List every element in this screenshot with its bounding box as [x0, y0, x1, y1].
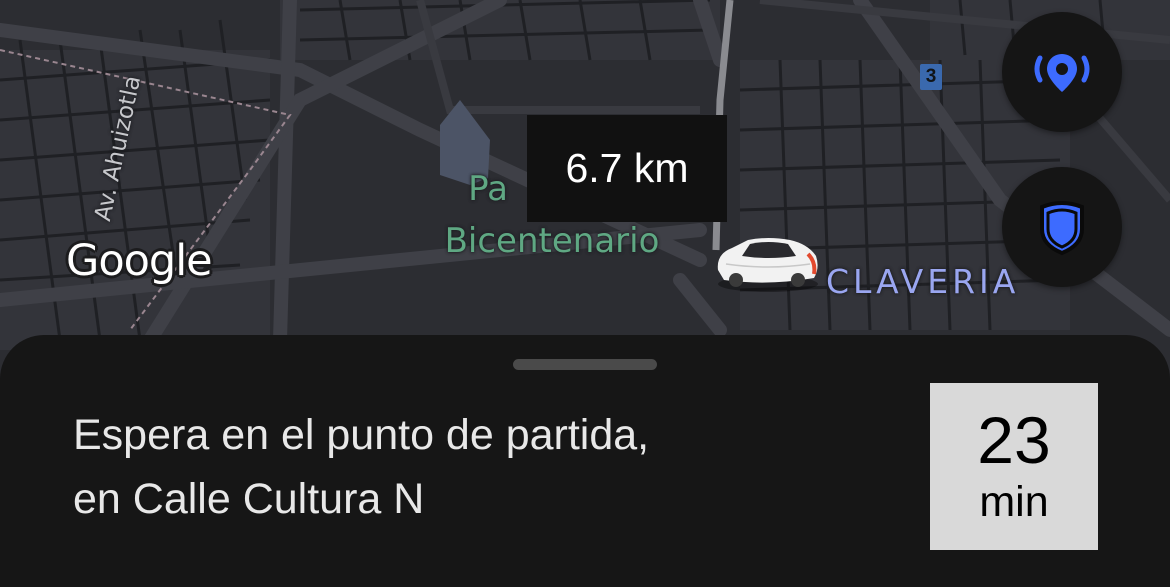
- trip-instruction: Espera en el punto de partida, en Calle …: [73, 403, 893, 531]
- shield-icon: [1040, 201, 1084, 256]
- instruction-line-1: Espera en el punto de partida,: [73, 411, 650, 459]
- safety-shield-button[interactable]: [1002, 167, 1122, 287]
- eta-box: 23 min: [930, 383, 1098, 550]
- route-number-badge: 3: [920, 64, 942, 90]
- trip-status-sheet[interactable]: Espera en el punto de partida, en Calle …: [0, 335, 1170, 587]
- eta-unit: min: [979, 478, 1049, 526]
- eta-value: 23: [977, 403, 1051, 477]
- park-label-line2: Bicentenario: [444, 221, 660, 261]
- car-icon: [717, 238, 818, 292]
- broadcast-location-icon: [1034, 54, 1090, 92]
- google-logo: Google: [66, 236, 213, 286]
- location-sharing-button[interactable]: [1002, 12, 1122, 132]
- distance-badge: 6.7 km: [527, 115, 727, 222]
- sheet-drag-handle[interactable]: [513, 359, 657, 370]
- instruction-line-2: en Calle Cultura N: [73, 475, 425, 523]
- neighborhood-label: CLAVERIA: [826, 262, 1020, 301]
